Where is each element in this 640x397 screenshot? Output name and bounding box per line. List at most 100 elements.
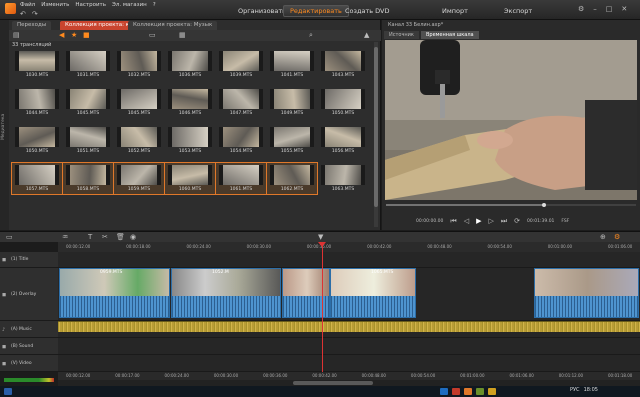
library-clip[interactable]: 1047.MTS [216, 87, 266, 118]
storyboard-icon[interactable]: ▭ [6, 234, 13, 241]
minimize-icon[interactable]: – [593, 6, 597, 13]
star-filter-icon[interactable]: ★ [71, 32, 77, 39]
settings-timeline-icon[interactable]: ⚙ [614, 234, 620, 241]
library-clip[interactable]: 1045.MTS [114, 87, 164, 118]
library-clip[interactable]: 1030.MTS [12, 49, 62, 80]
undo-icon[interactable]: ↶ [20, 11, 26, 18]
language-indicator[interactable]: РУС [570, 387, 580, 393]
view-icon[interactable]: ▤ [13, 32, 20, 39]
library-scrollbar[interactable] [374, 42, 378, 227]
settings-icon[interactable]: ⚙ [578, 6, 584, 13]
library-clip[interactable]: 1032.MTS [114, 49, 164, 80]
zoom-icon[interactable]: ⊕ [600, 234, 606, 241]
play-icon[interactable]: ▶ [476, 217, 481, 225]
library-side-tab[interactable]: Медиатека [0, 20, 9, 230]
skip-start-icon[interactable]: ⏮ [450, 217, 456, 225]
tab-source[interactable]: Источник [384, 31, 419, 39]
menu-help[interactable]: ? [153, 2, 156, 8]
library-clip[interactable]: 1063.MTS [318, 163, 368, 194]
clip-name: 1030.MTS [25, 73, 49, 78]
library-clip[interactable]: 1056.MTS [318, 125, 368, 156]
library-clip[interactable]: 1041.MTS [267, 49, 317, 80]
snapshot-icon[interactable]: ◉ [130, 234, 136, 241]
tab-timeline[interactable]: Временная шкала [420, 31, 479, 39]
library-clip[interactable]: 1059.MTS [113, 162, 165, 195]
preview-scrubber[interactable] [386, 202, 636, 212]
close-icon[interactable]: ✕ [621, 6, 627, 13]
library-clip[interactable]: 1031.MTS [63, 49, 113, 80]
menu-file[interactable]: Файл [20, 2, 35, 8]
skip-end-icon[interactable]: ⏭ [501, 217, 507, 225]
grid-view-icon[interactable]: ▦ [179, 32, 186, 39]
search-icon[interactable]: ⌕ [309, 32, 313, 39]
library-clip[interactable]: 1045.MTS [63, 87, 113, 118]
library-clip[interactable]: 1036.MTS [165, 49, 215, 80]
library-clip[interactable]: 1054.MTS [216, 125, 266, 156]
timecode-right: 00:01:39.01 [527, 218, 555, 224]
razor-icon[interactable]: ✂ [102, 234, 108, 241]
library-clip[interactable]: 1050.MTS [12, 125, 62, 156]
browser-icon[interactable] [440, 388, 448, 395]
track-overlay[interactable]: 0959.MTS 1052.M 1065.MTS [58, 268, 640, 321]
library-clip[interactable]: 1044.MTS [12, 87, 62, 118]
tab-transitions[interactable]: Переходы [12, 21, 52, 30]
clock[interactable]: 18:05 [584, 387, 598, 393]
tab-project-collection-music[interactable]: Коллекция проекта: Музык [128, 21, 218, 30]
track-header-title[interactable]: ◼ (1) Title [0, 252, 58, 268]
timeline-clip[interactable]: 0959.MTS [59, 268, 170, 318]
library-clip[interactable]: 1051.MTS [63, 125, 113, 156]
track-header-music[interactable]: ♪ (A) Music [0, 321, 58, 338]
music-clip[interactable] [58, 321, 640, 332]
tag-icon[interactable]: ■ [83, 32, 90, 39]
timeline-clip[interactable]: 1052.M [171, 268, 281, 318]
track-header-video[interactable]: ◼ (V) Video [0, 355, 58, 372]
library-clip[interactable]: 1046.MTS [165, 87, 215, 118]
track-header-sound[interactable]: ◼ (B) Sound [0, 338, 58, 355]
dvd-mode-button[interactable]: Создать DVD [339, 5, 395, 17]
menu-edit[interactable]: Изменить [41, 2, 69, 8]
timeline-ruler[interactable]: 00:00:12.00 00:00:18.00 00:00:24.00 00:00:3… [58, 242, 640, 252]
playhead[interactable] [322, 245, 323, 373]
studio-icon[interactable] [464, 388, 472, 395]
track-title[interactable] [58, 252, 640, 268]
track-sound[interactable] [58, 338, 640, 355]
library-clip[interactable]: 1053.MTS [165, 125, 215, 156]
library-clip[interactable]: 1061.MTS [215, 162, 267, 195]
import-button[interactable]: Импорт [436, 5, 474, 17]
library-clip[interactable]: 1052.MTS [114, 125, 164, 156]
trash-icon[interactable]: 🗑 [116, 234, 125, 241]
start-icon[interactable] [4, 388, 12, 395]
timeline-clip[interactable]: 1065.MTS [330, 268, 416, 318]
menu-store[interactable]: Эл. магазин [112, 2, 147, 8]
export-button[interactable]: Экспорт [498, 5, 538, 17]
loop-icon[interactable]: ⟳ [514, 217, 520, 225]
library-clip[interactable]: 1060.MTS [164, 162, 216, 195]
library-clip[interactable]: 1062.MTS [266, 162, 318, 195]
timeline-clip[interactable] [534, 268, 639, 318]
library-clip[interactable]: 1039.MTS [216, 49, 266, 80]
media-icon[interactable] [452, 388, 460, 395]
library-clip[interactable]: 1058.MTS [62, 162, 114, 195]
library-clip[interactable]: 1055.MTS [267, 125, 317, 156]
filter-icon[interactable]: ◀ [59, 32, 64, 39]
folder-icon[interactable]: ▭ [149, 32, 156, 39]
redo-icon[interactable]: ↷ [32, 11, 38, 18]
step-forward-icon[interactable]: ▷ [488, 217, 493, 225]
track-header-overlay[interactable]: ◼ (2) Overlay [0, 268, 58, 321]
maximize-icon[interactable]: □ [606, 6, 613, 13]
library-clip[interactable]: 1057.MTS [11, 162, 63, 195]
menu-settings[interactable]: Настроить [75, 2, 106, 8]
audio-mixer-icon[interactable]: ♒ [62, 234, 68, 241]
folder-taskbar-icon[interactable] [488, 388, 496, 395]
title-tool-icon[interactable]: T [88, 234, 92, 241]
collapse-icon[interactable]: ▲ [364, 32, 369, 39]
library-clip[interactable]: 1049.MTS [267, 87, 317, 118]
step-back-icon[interactable]: ◁ [464, 217, 469, 225]
track-video[interactable] [58, 355, 640, 372]
library-clip[interactable]: 1050.MTS [318, 87, 368, 118]
marker-icon[interactable]: ▼ [318, 234, 323, 241]
library-clip[interactable]: 1043.MTS [318, 49, 368, 80]
video-preview[interactable] [385, 40, 637, 200]
app-icon[interactable] [476, 388, 484, 395]
sound-icon: ◼ [2, 344, 7, 350]
